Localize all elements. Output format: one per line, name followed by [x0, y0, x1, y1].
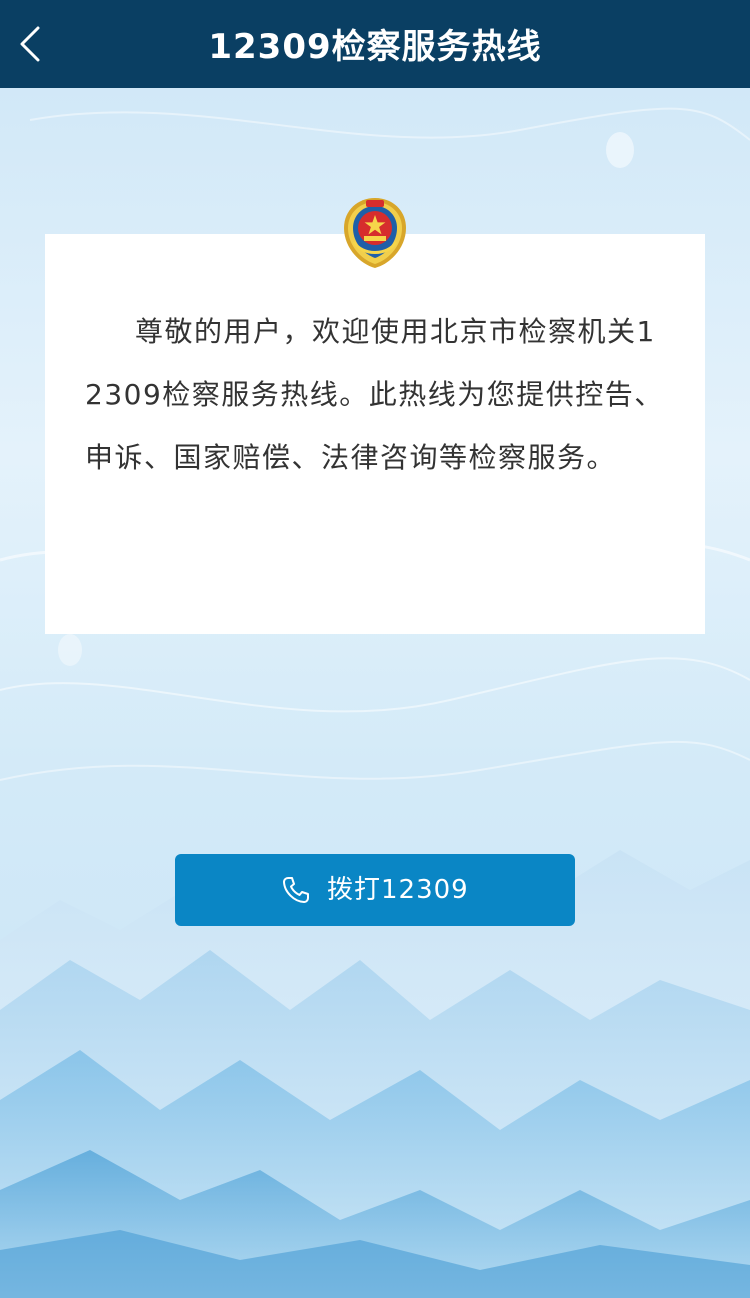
call-button-label: 拨打12309 — [327, 875, 469, 905]
call-12309-button[interactable]: 拨打12309 — [175, 854, 575, 926]
welcome-card: 尊敬的用户，欢迎使用北京市检察机关12309检察服务热线。此热线为您提供控告、申… — [45, 234, 705, 634]
page-title: 12309检察服务热线 — [208, 27, 542, 67]
app-header: 12309检察服务热线 — [0, 0, 750, 88]
phone-icon — [283, 877, 309, 903]
welcome-text: 尊敬的用户，欢迎使用北京市检察机关12309检察服务热线。此热线为您提供控告、申… — [85, 315, 664, 474]
mountain-background — [0, 0, 750, 1298]
procuratorate-emblem-icon — [344, 198, 406, 268]
